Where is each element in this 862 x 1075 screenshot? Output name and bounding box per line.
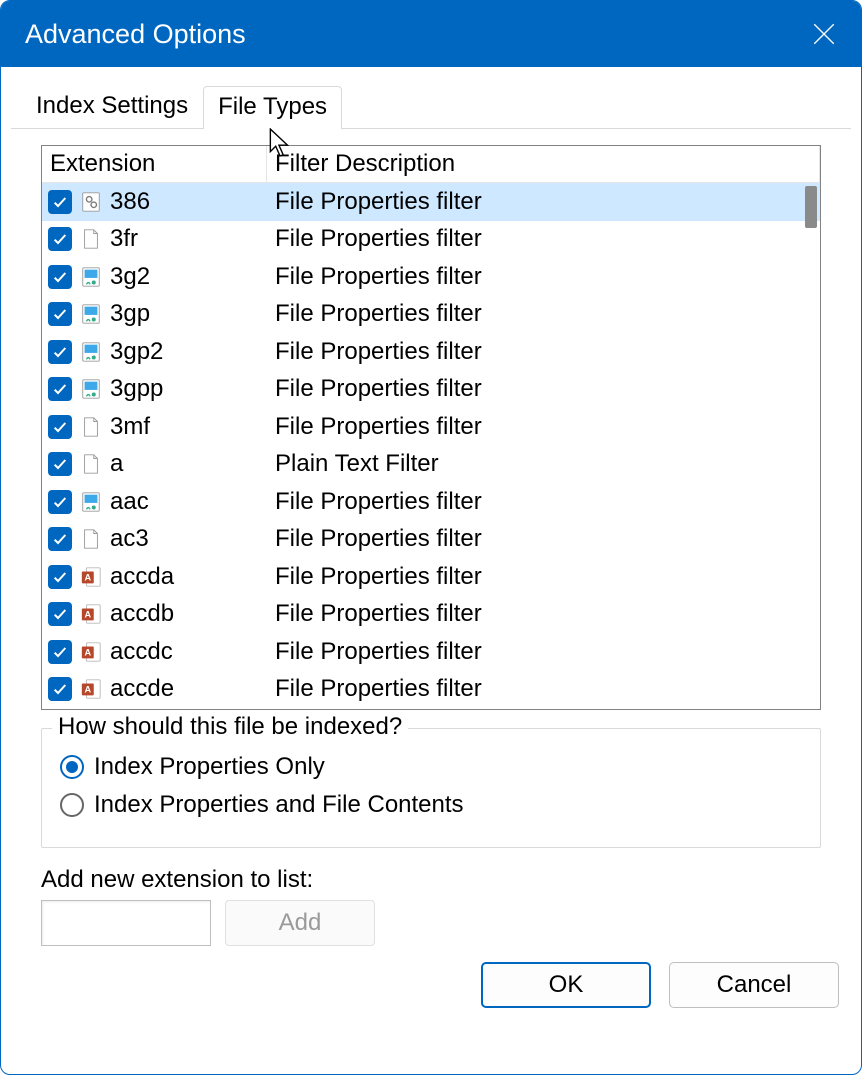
filter-text: File Properties filter	[267, 375, 820, 403]
scrollbar-thumb[interactable]	[805, 186, 817, 228]
tab-file-types[interactable]: File Types	[203, 86, 342, 129]
checkbox[interactable]	[48, 452, 72, 476]
close-button[interactable]	[809, 19, 839, 49]
table-row[interactable]: aac File Properties filter	[42, 483, 820, 521]
filter-text: File Properties filter	[267, 263, 820, 291]
checkbox[interactable]	[48, 677, 72, 701]
file-icon: A	[78, 639, 104, 665]
table-row[interactable]: Aaccda File Properties filter	[42, 558, 820, 596]
add-button[interactable]: Add	[225, 900, 375, 946]
filter-text: File Properties filter	[267, 563, 820, 591]
checkbox[interactable]	[48, 190, 72, 214]
table-row[interactable]: 386 File Properties filter	[42, 183, 820, 221]
table-row[interactable]: Aaccde File Properties filter	[42, 671, 820, 709]
checkbox[interactable]	[48, 302, 72, 326]
extension-text: 386	[110, 188, 150, 216]
checkbox[interactable]	[48, 640, 72, 664]
filter-text: File Properties filter	[267, 188, 820, 216]
extension-text: 3g2	[110, 263, 150, 291]
tab-bar: Index Settings File Types	[11, 85, 851, 129]
table-row[interactable]: a Plain Text Filter	[42, 446, 820, 484]
list-header: Extension Filter Description	[42, 146, 820, 183]
filter-text: File Properties filter	[267, 338, 820, 366]
extension-text: 3mf	[110, 413, 150, 441]
file-icon: A	[78, 676, 104, 702]
radio-icon	[60, 793, 84, 817]
checkbox[interactable]	[48, 565, 72, 589]
checkbox[interactable]	[48, 377, 72, 401]
filter-text: File Properties filter	[267, 600, 820, 628]
ok-button[interactable]: OK	[481, 962, 651, 1008]
file-icon: A	[78, 564, 104, 590]
table-row[interactable]: 3mf File Properties filter	[42, 408, 820, 446]
file-icon	[78, 264, 104, 290]
window-title: Advanced Options	[25, 19, 246, 50]
extension-text: accdb	[110, 600, 174, 628]
tab-index-settings[interactable]: Index Settings	[21, 85, 203, 128]
indexing-legend: How should this file be indexed?	[52, 713, 408, 741]
file-icon	[78, 226, 104, 252]
svg-text:A: A	[84, 572, 91, 582]
table-row[interactable]: ac3 File Properties filter	[42, 521, 820, 559]
svg-text:A: A	[84, 647, 91, 657]
filter-text: Plain Text Filter	[267, 450, 820, 478]
checkbox[interactable]	[48, 227, 72, 251]
radio-label: Index Properties and File Contents	[94, 791, 464, 819]
checkbox[interactable]	[48, 265, 72, 289]
table-row[interactable]: 3gp2 File Properties filter	[42, 333, 820, 371]
checkbox[interactable]	[48, 415, 72, 439]
radio-properties-only[interactable]: Index Properties Only	[60, 753, 802, 781]
indexing-groupbox: How should this file be indexed? Index P…	[41, 728, 821, 848]
file-icon	[78, 451, 104, 477]
filter-text: File Properties filter	[267, 413, 820, 441]
svg-text:A: A	[84, 685, 91, 695]
add-extension-label: Add new extension to list:	[41, 866, 821, 894]
title-bar: Advanced Options	[1, 1, 861, 67]
extension-text: ac3	[110, 525, 149, 553]
svg-text:A: A	[84, 610, 91, 620]
col-filter[interactable]: Filter Description	[267, 146, 820, 182]
col-extension[interactable]: Extension	[42, 146, 267, 182]
filter-text: File Properties filter	[267, 525, 820, 553]
extension-text: 3gp	[110, 300, 150, 328]
checkbox[interactable]	[48, 490, 72, 514]
file-icon	[78, 301, 104, 327]
filter-text: File Properties filter	[267, 300, 820, 328]
extension-text: 3gpp	[110, 375, 163, 403]
dialog-footer: OK Cancel	[1, 946, 861, 1024]
file-icon	[78, 489, 104, 515]
table-row[interactable]: 3gp File Properties filter	[42, 296, 820, 334]
file-icon	[78, 414, 104, 440]
file-icon	[78, 339, 104, 365]
table-row[interactable]: 3g2 File Properties filter	[42, 258, 820, 296]
table-row[interactable]: Aaccdb File Properties filter	[42, 596, 820, 634]
cancel-button[interactable]: Cancel	[669, 962, 839, 1008]
extension-text: 3fr	[110, 225, 138, 253]
radio-label: Index Properties Only	[94, 753, 325, 781]
filter-text: File Properties filter	[267, 638, 820, 666]
filter-text: File Properties filter	[267, 675, 820, 703]
filter-text: File Properties filter	[267, 225, 820, 253]
radio-properties-and-contents[interactable]: Index Properties and File Contents	[60, 791, 802, 819]
extension-text: accde	[110, 675, 174, 703]
extension-text: accdc	[110, 638, 173, 666]
checkbox[interactable]	[48, 602, 72, 626]
file-types-list[interactable]: Extension Filter Description 386 File Pro…	[41, 145, 821, 710]
file-icon	[78, 376, 104, 402]
radio-icon	[60, 755, 84, 779]
table-row[interactable]: 3fr File Properties filter	[42, 221, 820, 259]
checkbox[interactable]	[48, 340, 72, 364]
table-row[interactable]: 3gpp File Properties filter	[42, 371, 820, 409]
extension-text: a	[110, 450, 123, 478]
table-row[interactable]: Aaccdc File Properties filter	[42, 633, 820, 671]
file-icon	[78, 189, 104, 215]
extension-text: 3gp2	[110, 338, 163, 366]
extension-text: aac	[110, 488, 149, 516]
filter-text: File Properties filter	[267, 488, 820, 516]
file-icon	[78, 526, 104, 552]
add-extension-input[interactable]	[41, 900, 211, 946]
extension-text: accda	[110, 563, 174, 591]
checkbox[interactable]	[48, 527, 72, 551]
file-icon: A	[78, 601, 104, 627]
